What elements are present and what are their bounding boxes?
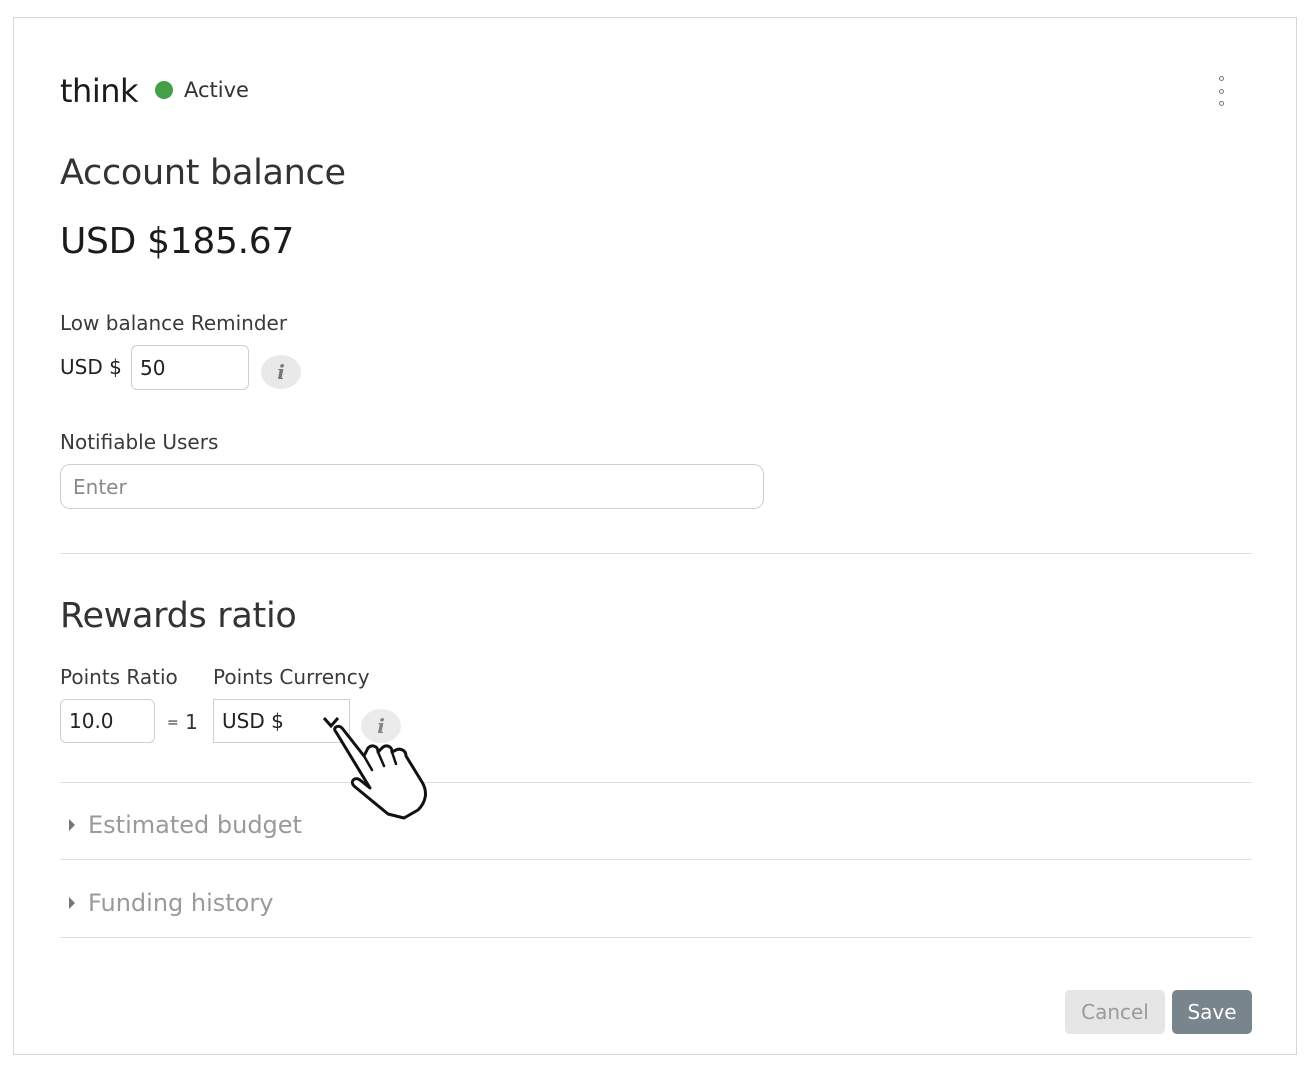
low-balance-prefix: USD $ (60, 355, 122, 379)
points-ratio-label: Points Ratio (60, 665, 178, 689)
points-currency-label: Points Currency (213, 665, 370, 689)
section-divider (60, 937, 1252, 938)
status-dot-icon (155, 81, 173, 99)
equals-text: = 1 (167, 710, 198, 734)
points-currency-value: USD $ (222, 709, 284, 733)
caret-right-icon (69, 819, 75, 831)
funding-history-label: Funding history (88, 889, 274, 917)
section-divider (60, 859, 1252, 860)
section-divider (60, 553, 1252, 554)
account-card: think Active Account balance USD $185.67… (13, 17, 1297, 1055)
caret-right-icon (69, 897, 75, 909)
chevron-down-icon (322, 717, 340, 729)
account-title: think (60, 72, 139, 110)
status-badge: Active (184, 78, 249, 102)
low-balance-label: Low balance Reminder (60, 311, 288, 335)
estimated-budget-accordion[interactable]: Estimated budget (60, 795, 1252, 855)
estimated-budget-label: Estimated budget (88, 811, 302, 839)
points-currency-info-icon[interactable]: i (361, 709, 401, 743)
rewards-ratio-heading: Rewards ratio (60, 596, 297, 636)
notifiable-users-label: Notifiable Users (60, 430, 219, 454)
low-balance-input[interactable] (131, 345, 249, 390)
points-currency-select[interactable]: USD $ (213, 699, 350, 743)
account-balance-heading: Account balance (60, 153, 346, 193)
points-ratio-input[interactable] (60, 699, 155, 743)
save-button[interactable]: Save (1172, 990, 1252, 1034)
equals-value: 1 (185, 710, 198, 734)
low-balance-info-icon[interactable]: i (261, 355, 301, 389)
notifiable-users-input[interactable] (60, 464, 764, 509)
kebab-menu-icon[interactable] (1209, 76, 1233, 106)
funding-history-accordion[interactable]: Funding history (60, 873, 1252, 933)
section-divider (60, 782, 1252, 783)
equals-sign: = (167, 715, 179, 731)
cancel-button[interactable]: Cancel (1065, 990, 1165, 1034)
account-balance-value: USD $185.67 (60, 221, 294, 262)
